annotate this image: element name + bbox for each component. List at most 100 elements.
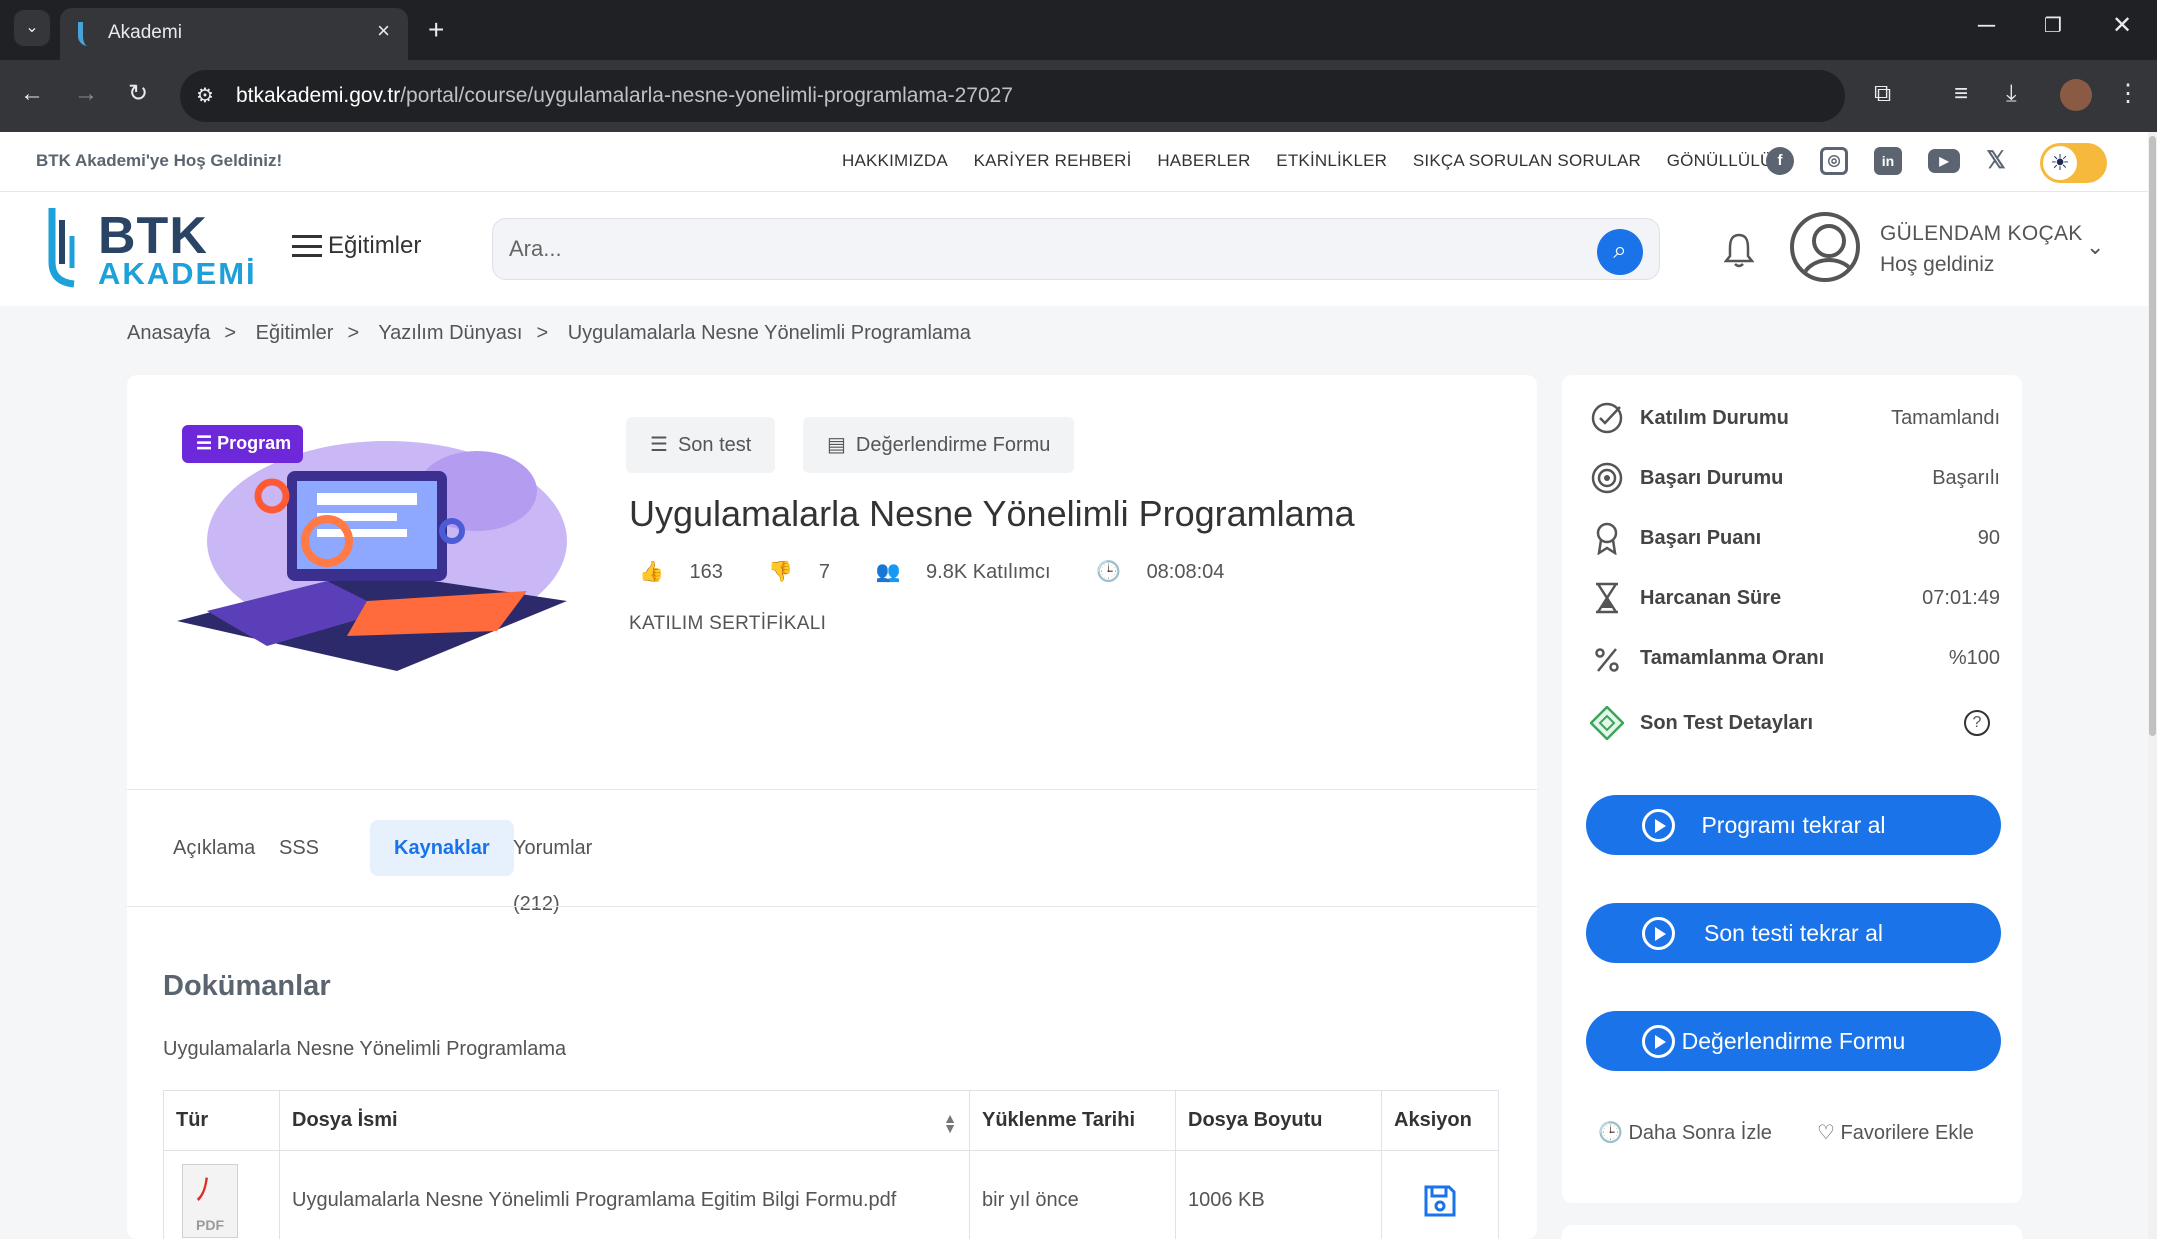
- divider: [127, 906, 1537, 907]
- chevron-down-icon[interactable]: ⌄: [2086, 234, 2104, 260]
- help-icon[interactable]: ?: [1964, 710, 1990, 736]
- play-icon: [1642, 917, 1675, 950]
- user-name[interactable]: GÜLENDAM KOÇAK: [1880, 222, 2083, 246]
- course-stats: 👍 163 👎 7 👥 9.8K Katılımcı 🕒 08:08:04: [639, 559, 1264, 584]
- sort-icon[interactable]: ▲ ▼: [943, 1111, 957, 1135]
- certificate-label: KATILIM SERTİFİKALI: [629, 613, 827, 634]
- youtube-icon[interactable]: ▶: [1928, 149, 1960, 173]
- search-icon[interactable]: ⌕: [1597, 229, 1643, 275]
- welcome-text: BTK Akademi'ye Hoş Geldiniz!: [36, 151, 283, 170]
- linkedin-icon[interactable]: in: [1874, 147, 1902, 175]
- retake-program-label: Programı tekrar al: [1701, 812, 1886, 838]
- dislike-button[interactable]: 👎 7: [768, 561, 850, 583]
- facebook-icon[interactable]: f: [1766, 147, 1794, 175]
- cell-type: ﾉ PDF: [163, 1150, 280, 1239]
- eval-form-button[interactable]: ▤ Değerlendirme Formu: [803, 417, 1075, 473]
- last-test-label: Son test: [677, 434, 752, 456]
- like-button[interactable]: 👍 163: [639, 561, 743, 583]
- forward-icon[interactable]: →: [74, 82, 98, 106]
- breadcrumb-category[interactable]: Yazılım Dünyası: [378, 322, 522, 344]
- restore-icon[interactable]: ❐: [2044, 16, 2062, 36]
- col-uploaded: Yüklenme Tarihi: [969, 1090, 1176, 1151]
- media-icon[interactable]: ≡: [1954, 82, 1968, 106]
- close-window-icon[interactable]: ✕: [2112, 14, 2132, 38]
- btk-logo-icon[interactable]: [44, 206, 90, 288]
- eval-form-label: Değerlendirme Formu: [855, 434, 1051, 456]
- url-field[interactable]: ⚙ btkakademi.gov.tr/portal/course/uygula…: [180, 70, 1845, 122]
- close-tab-icon[interactable]: ×: [377, 18, 390, 44]
- breadcrumb-home[interactable]: Anasayfa: [127, 322, 210, 344]
- user-avatar[interactable]: [1790, 212, 1860, 282]
- search-input[interactable]: [509, 233, 1509, 265]
- col-filename[interactable]: Dosya İsmi ▲ ▼: [279, 1090, 970, 1151]
- save-download-icon[interactable]: [1422, 1183, 1458, 1219]
- users-icon: 👥: [875, 561, 901, 583]
- theme-toggle[interactable]: ☀: [2040, 143, 2107, 183]
- thumbs-down-icon: 👎: [768, 561, 794, 583]
- x-icon[interactable]: 𝕏: [1982, 147, 2010, 175]
- scrollbar-thumb[interactable]: [2149, 136, 2156, 736]
- nav-career[interactable]: KARİYER REHBERİ: [974, 151, 1132, 170]
- tab-comments[interactable]: Yorumlar (212): [489, 820, 616, 915]
- program-badge-label: Program: [217, 433, 292, 453]
- retake-test-label: Son testi tekrar al: [1704, 920, 1883, 946]
- col-action: Aksiyon: [1381, 1090, 1499, 1151]
- nav-about[interactable]: HAKKIMIZDA: [842, 151, 948, 170]
- evaluation-form-button[interactable]: Değerlendirme Formu: [1586, 1011, 2001, 1071]
- status-value: %100: [1948, 647, 2000, 669]
- retake-program-button[interactable]: Programı tekrar al: [1586, 795, 2001, 855]
- nav-events[interactable]: ETKİNLİKLER: [1276, 151, 1387, 170]
- table-header-row: Tür Dosya İsmi ▲ ▼ Yüklenme Tarihi Dosya B…: [163, 1090, 1499, 1151]
- instagram-icon[interactable]: ◎: [1820, 147, 1848, 175]
- status-label: Tamamlanma Oranı: [1640, 647, 1825, 669]
- course-duration: 08:08:04: [1146, 561, 1225, 583]
- url-domain: btkakademi.gov.tr: [236, 84, 401, 107]
- profile-avatar[interactable]: [2060, 79, 2092, 111]
- course-card: ☰ Program ☰ Son test ▤ Değerlendirme Formu…: [127, 375, 1537, 1239]
- status-label: Katılım Durumu: [1640, 407, 1789, 429]
- tab-search-icon[interactable]: ⌄: [14, 10, 50, 46]
- nav-news[interactable]: HABERLER: [1157, 151, 1250, 170]
- target-icon: [1591, 462, 1623, 494]
- scrollbar[interactable]: [2148, 132, 2157, 1239]
- retake-test-button[interactable]: Son testi tekrar al: [1586, 903, 2001, 963]
- pdf-file-icon: ﾉ PDF: [182, 1163, 238, 1238]
- cell-action: [1381, 1150, 1499, 1239]
- tab-faq[interactable]: SSS: [255, 820, 343, 876]
- status-row-time: Harcanan Süre 07:01:49: [1590, 575, 2000, 621]
- reload-icon[interactable]: ↻: [128, 82, 148, 106]
- extensions-icon[interactable]: ⧉: [1874, 82, 1891, 106]
- status-label: Başarı Puanı: [1640, 527, 1762, 549]
- table-row: ﾉ PDF Uygulamalarla Nesne Yönelimli Progr…: [163, 1150, 1499, 1239]
- divider: [127, 789, 1537, 790]
- back-icon[interactable]: ←: [20, 82, 44, 106]
- site-info-icon[interactable]: ⚙: [196, 83, 222, 109]
- last-test-button[interactable]: ☰ Son test: [626, 417, 776, 473]
- status-row-test-details[interactable]: Son Test Detayları ?: [1590, 700, 2000, 746]
- add-favorite-button[interactable]: ♡ Favorilere Ekle: [1817, 1120, 1974, 1145]
- play-icon: [1642, 1025, 1675, 1058]
- menu-dots-icon[interactable]: ⋮: [2116, 82, 2140, 106]
- like-count: 163: [689, 561, 723, 583]
- status-value: 90: [1977, 527, 2000, 549]
- breadcrumb-current: Uygulamalarla Nesne Yönelimli Programlam…: [567, 322, 971, 344]
- nav-faq[interactable]: SIKÇA SORULAN SORULAR: [1413, 151, 1641, 170]
- hourglass-icon: [1596, 582, 1618, 614]
- heart-icon: ♡: [1817, 1122, 1835, 1144]
- new-tab-icon[interactable]: +: [428, 16, 444, 44]
- watch-later-button[interactable]: 🕒 Daha Sonra İzle: [1598, 1120, 1772, 1145]
- trainings-menu-button[interactable]: Eğitimler: [292, 232, 421, 260]
- status-value: Tamamlandı: [1891, 407, 2000, 429]
- browser-tab[interactable]: Akademi ×: [60, 8, 408, 60]
- cell-uploaded: bir yıl önce: [969, 1150, 1176, 1239]
- download-icon[interactable]: ⤓: [2006, 82, 2017, 106]
- status-row-success: Başarı Durumu Başarılı: [1590, 455, 2000, 501]
- top-nav: HAKKIMIZDA KARİYER REHBERİ HABERLER ETKİ…: [842, 151, 1805, 171]
- documents-heading: Dokümanlar: [163, 970, 331, 1002]
- site-topbar: BTK Akademi'ye Hoş Geldiniz! HAKKIMIZDA …: [0, 132, 2148, 192]
- breadcrumb-trainings[interactable]: Eğitimler: [256, 322, 334, 344]
- bell-icon[interactable]: [1724, 232, 1754, 268]
- percent-icon: [1595, 648, 1619, 672]
- minimize-icon[interactable]: ─: [1978, 14, 1995, 38]
- status-value: Başarılı: [1932, 467, 2000, 489]
